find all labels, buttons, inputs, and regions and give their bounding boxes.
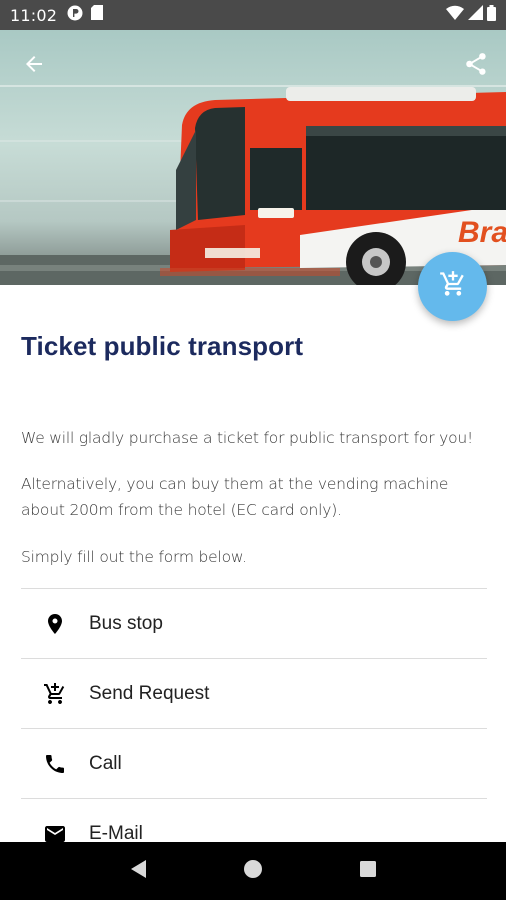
app-notification-icon	[67, 5, 83, 26]
wifi-icon	[446, 5, 464, 25]
bus-photo: Bra	[0, 85, 506, 285]
recents-square-icon	[359, 860, 377, 883]
send-request-item[interactable]: Send Request	[21, 658, 487, 728]
send-request-label: Send Request	[89, 682, 210, 704]
form-paragraph: Simply fill out the form below.	[21, 548, 247, 566]
page-title: Ticket public transport	[21, 331, 304, 361]
bus-lettering: Bra	[458, 216, 506, 249]
hero-image: Bra	[0, 30, 506, 285]
vending-paragraph: Alternatively, you can buy them at the v…	[21, 475, 449, 519]
status-icons-left	[67, 5, 104, 26]
nav-recents-button[interactable]	[348, 851, 388, 891]
call-item[interactable]: Call	[21, 728, 487, 798]
status-time: 11:02	[10, 5, 58, 25]
action-list: Bus stop Send Request Call E-Mail	[21, 588, 487, 868]
call-label: Call	[89, 752, 122, 774]
arrow-back-icon	[22, 52, 46, 81]
bus-stop-item[interactable]: Bus stop	[21, 588, 487, 658]
status-icons-right	[446, 4, 496, 26]
screen: 11:02 Bra Ticket public transport We wil…	[0, 0, 506, 900]
intro-paragraph: We will gladly purchase a ticket for pub…	[21, 429, 474, 447]
home-circle-icon	[243, 859, 263, 884]
phone-icon	[41, 750, 69, 778]
bus-stop-label: Bus stop	[89, 612, 163, 634]
share-button[interactable]	[458, 48, 494, 84]
status-bar: 11:02	[0, 0, 506, 30]
battery-icon	[487, 4, 496, 26]
cell-signal-icon	[468, 5, 483, 25]
nav-back-button[interactable]	[118, 851, 158, 891]
cart-icon	[41, 680, 69, 708]
location-pin-icon	[41, 610, 69, 638]
cart-fab-button[interactable]	[418, 252, 487, 321]
nav-home-button[interactable]	[233, 851, 273, 891]
sd-card-icon	[91, 5, 104, 25]
share-icon	[463, 51, 489, 82]
navigation-bar	[0, 842, 506, 900]
back-button[interactable]	[16, 48, 52, 84]
back-triangle-icon	[129, 859, 147, 884]
cart-icon	[439, 270, 467, 303]
